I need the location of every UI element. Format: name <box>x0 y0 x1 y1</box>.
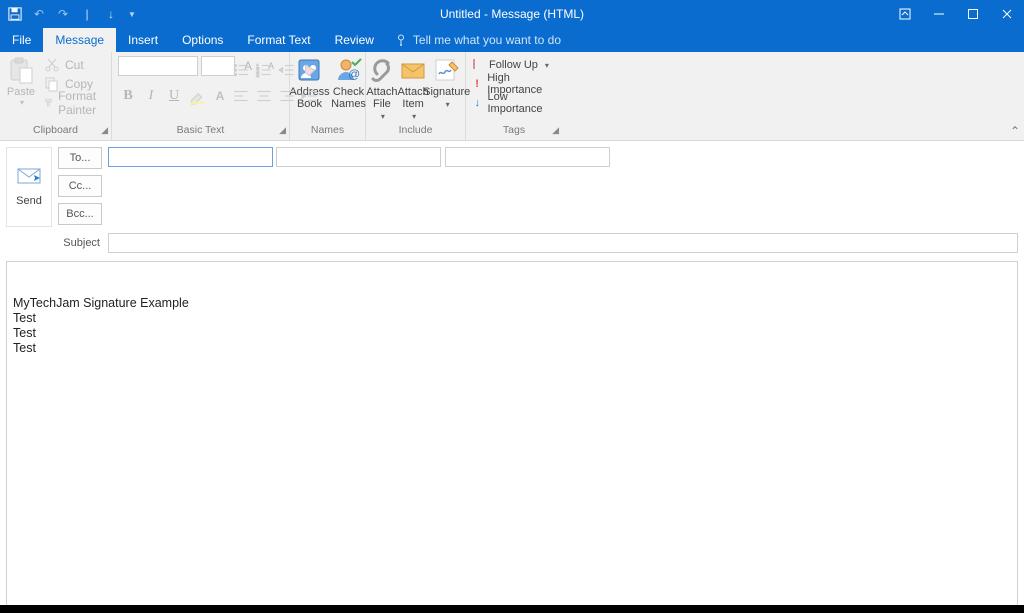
to-input[interactable] <box>108 147 273 167</box>
attach-file-button[interactable]: Attach File▾ <box>366 56 397 121</box>
paste-caret-icon: ▾ <box>20 98 24 107</box>
subject-row: Subject <box>0 233 1024 257</box>
attach-file-icon <box>367 56 397 84</box>
body-line: Test <box>13 311 1011 326</box>
low-importance-button[interactable]: ↓ Low Importance <box>472 94 556 112</box>
tab-message[interactable]: Message <box>43 28 116 52</box>
signature-icon <box>432 56 462 84</box>
subject-label: Subject <box>6 237 102 249</box>
ribbon: Paste ▾ Cut Copy Format Painter Clipboar… <box>0 52 1024 141</box>
align-right-icon[interactable] <box>277 86 297 106</box>
tab-options[interactable]: Options <box>170 28 235 52</box>
follow-up-label: Follow Up <box>489 59 538 71</box>
qat-sep-icon: | <box>80 7 94 21</box>
minimize-icon[interactable] <box>922 0 956 28</box>
to-button[interactable]: To... <box>58 147 102 169</box>
svg-text:@: @ <box>348 67 360 81</box>
cc-input[interactable] <box>276 147 441 167</box>
paste-button[interactable]: Paste ▾ <box>6 56 36 107</box>
tab-format-text[interactable]: Format Text <box>235 28 322 52</box>
qat-down-icon[interactable]: ↓ <box>104 7 118 21</box>
tags-dialog-launcher-icon[interactable]: ◢ <box>552 125 559 136</box>
format-painter-label: Format Painter <box>58 89 103 117</box>
signature-button[interactable]: Signature▾ <box>429 56 465 109</box>
tell-me-label: Tell me what you want to do <box>413 33 561 47</box>
font-name-input[interactable] <box>118 56 198 76</box>
collapse-ribbon-icon[interactable]: ⌃ <box>1010 124 1020 138</box>
format-painter-button[interactable]: Format Painter <box>42 94 105 112</box>
italic-icon[interactable]: I <box>141 86 161 106</box>
qat-customize-icon[interactable]: ▼ <box>128 10 136 19</box>
bold-icon[interactable]: B <box>118 86 138 106</box>
group-include: Attach File▾ Attach Item▾ Signature▾ Inc… <box>366 52 466 140</box>
bcc-button[interactable]: Bcc... <box>58 203 102 225</box>
window-controls <box>888 0 1024 28</box>
check-names-icon: @ <box>334 56 364 84</box>
tab-review[interactable]: Review <box>323 28 386 52</box>
tags-group-label: Tags <box>503 124 525 136</box>
compose-header: Send To... Cc... Bcc... <box>0 141 1024 233</box>
paste-icon <box>6 56 36 86</box>
taskbar <box>0 605 1024 613</box>
clipboard-dialog-launcher-icon[interactable]: ◢ <box>101 125 108 136</box>
svg-text:3: 3 <box>256 73 259 79</box>
decrease-indent-icon[interactable] <box>277 60 297 80</box>
signature-caret-icon: ▾ <box>446 100 450 109</box>
undo-icon[interactable]: ↶ <box>32 7 46 21</box>
clipboard-group-label: Clipboard <box>33 124 78 136</box>
send-label: Send <box>16 195 42 207</box>
basic-text-group-label: Basic Text <box>177 124 225 136</box>
bullets-icon[interactable] <box>231 60 251 80</box>
attach-file-caret-icon: ▾ <box>381 112 385 121</box>
window-title: Untitled - Message (HTML) <box>0 7 1024 21</box>
send-icon <box>17 168 41 187</box>
body-line: MyTechJam Signature Example <box>13 296 1011 311</box>
increase-indent-icon[interactable] <box>300 86 320 106</box>
body-line: Test <box>13 341 1011 356</box>
message-body[interactable]: MyTechJam Signature Example Test Test Te… <box>6 261 1018 613</box>
body-line: Test <box>13 326 1011 341</box>
ribbon-tabs: File Message Insert Options Format Text … <box>0 28 1024 52</box>
subject-input[interactable] <box>108 233 1018 253</box>
tab-file[interactable]: File <box>0 28 43 52</box>
cut-icon <box>44 57 60 73</box>
names-group-label: Names <box>290 124 365 140</box>
basic-text-dialog-launcher-icon[interactable]: ◢ <box>279 125 286 136</box>
attach-item-icon <box>398 56 428 84</box>
highlight-icon[interactable] <box>187 86 207 106</box>
flag-icon <box>472 58 484 73</box>
include-group-label: Include <box>366 124 465 140</box>
underline-icon[interactable]: U <box>164 86 184 106</box>
cc-button[interactable]: Cc... <box>58 175 102 197</box>
low-importance-label: Low Importance <box>488 91 557 115</box>
bcc-input[interactable] <box>445 147 610 167</box>
maximize-icon[interactable] <box>956 0 990 28</box>
send-button[interactable]: Send <box>6 147 52 227</box>
save-icon[interactable] <box>8 7 22 21</box>
align-left-icon[interactable] <box>231 86 251 106</box>
redo-icon[interactable]: ↷ <box>56 7 70 21</box>
format-painter-icon <box>44 95 53 111</box>
numbering-icon[interactable]: 123 <box>254 60 274 80</box>
low-importance-icon: ↓ <box>472 97 483 109</box>
group-clipboard: Paste ▾ Cut Copy Format Painter Clipboar… <box>0 52 112 140</box>
follow-up-caret-icon: ▾ <box>545 61 549 70</box>
ribbon-display-icon[interactable] <box>888 0 922 28</box>
cut-button[interactable]: Cut <box>42 56 105 74</box>
tab-insert[interactable]: Insert <box>116 28 170 52</box>
close-icon[interactable] <box>990 0 1024 28</box>
tell-me-search[interactable]: Tell me what you want to do <box>396 28 561 52</box>
high-importance-icon: ! <box>472 78 482 90</box>
group-basic-text: A A B I U A 123 <box>112 52 290 140</box>
attach-item-caret-icon: ▾ <box>412 112 416 121</box>
align-center-icon[interactable] <box>254 86 274 106</box>
quick-access-toolbar: ↶ ↷ | ↓ ▼ <box>0 7 136 21</box>
group-tags: Follow Up▾ ! High Importance ↓ Low Impor… <box>466 52 562 140</box>
clear-format-icon[interactable] <box>300 60 320 80</box>
title-bar: ↶ ↷ | ↓ ▼ Untitled - Message (HTML) <box>0 0 1024 28</box>
check-names-button[interactable]: @ Check Names <box>332 56 366 110</box>
paste-label: Paste <box>7 86 35 98</box>
cut-label: Cut <box>65 58 84 72</box>
